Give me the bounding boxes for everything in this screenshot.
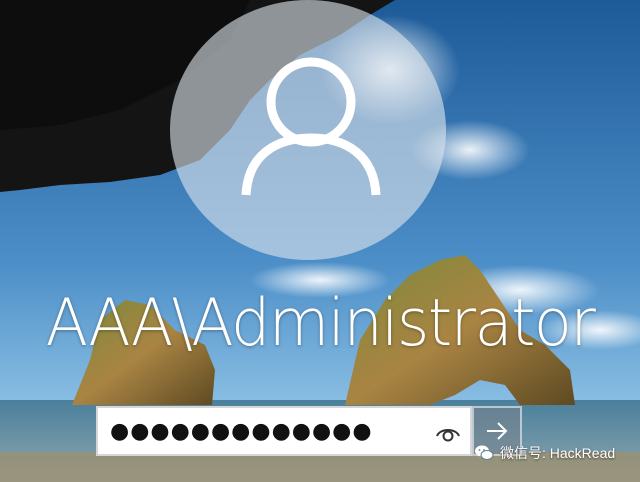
username-label: AAA\Administrator — [45, 284, 596, 361]
password-field[interactable]: ●●●●●●●●●●●●● — [96, 406, 472, 456]
watermark: 微信号: HackRead — [474, 440, 615, 466]
watermark-text: 微信号: HackRead — [500, 445, 616, 461]
password-input-value[interactable]: ●●●●●●●●●●●●● — [110, 418, 373, 446]
user-avatar-icon — [241, 57, 381, 196]
eye-icon — [436, 429, 460, 442]
reveal-password-button[interactable] — [432, 416, 464, 448]
wechat-icon — [475, 445, 494, 460]
